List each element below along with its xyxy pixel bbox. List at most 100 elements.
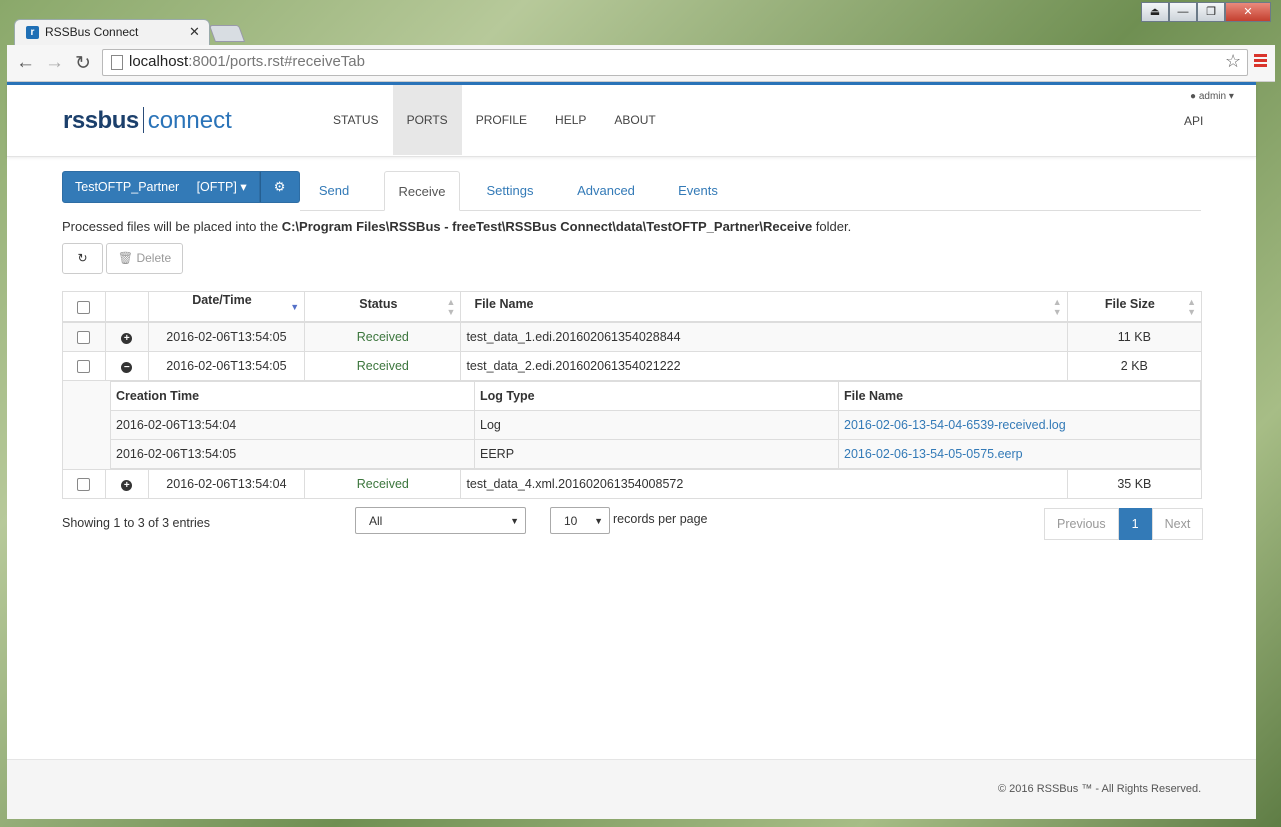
browser-toolbar: ← → ↻ localhost:8001/ports.rst#receiveTa… (7, 45, 1275, 82)
tab-events[interactable]: Events (674, 171, 722, 209)
log-details-table: Creation Time Log Type File Name 2016-02… (110, 381, 1201, 469)
bookmark-star-icon[interactable]: ☆ (1225, 51, 1241, 72)
detail-type: Log (474, 410, 839, 440)
row-filename: test_data_2.edi.201602061354021222 (460, 351, 1068, 381)
sort-filesize-header[interactable]: File Size ▲ ▼ (1066, 291, 1203, 323)
page-1-button[interactable]: 1 (1118, 508, 1152, 540)
sort-desc-icon: ▼ (290, 301, 300, 312)
row-filesize: 2 KB (1066, 351, 1203, 381)
detail-header-file: File Name (838, 381, 1201, 411)
caret-down-icon: ▾ (1228, 91, 1234, 102)
caret-down-icon: ▾ (240, 180, 247, 194)
nav-about[interactable]: ABOUT (600, 85, 669, 155)
delete-button[interactable]: 🗑 Delete (106, 243, 183, 274)
table-row: + 2016-02-06T13:54:05 Received test_data… (62, 321, 1203, 352)
dropdown-arrow-icon: ▼ (510, 516, 519, 526)
forward-arrow-icon[interactable]: → (45, 52, 64, 74)
main-nav: STATUS PORTS PROFILE HELP ABOUT (319, 85, 670, 155)
tab-advanced[interactable]: Advanced (572, 171, 640, 209)
dropdown-arrow-icon: ▼ (594, 516, 603, 526)
nav-ports[interactable]: PORTS (392, 85, 462, 155)
detail-header-type: Log Type (474, 381, 839, 411)
sort-icon: ▲ ▼ (1052, 296, 1062, 317)
table-header-row: Date/Time ▼ Status ▲ ▼ File Name ▲ ▼ File Siz… (62, 291, 1203, 323)
url-text: localhost:8001/ports.rst#receiveTab (129, 53, 365, 70)
expand-header (104, 291, 149, 323)
refresh-button[interactable]: ↻ (62, 243, 103, 274)
port-dropdown-button[interactable]: TestOFTP_Partner [OFTP] ▾ (62, 171, 260, 203)
footer: © 2016 RSSBus ™ - All Rights Reserved. (7, 759, 1256, 819)
detail-type: EERP (474, 439, 839, 469)
detail-time: 2016-02-06T13:54:05 (110, 439, 475, 469)
sort-status-header[interactable]: Status ▲ ▼ (304, 291, 462, 323)
maximize-button[interactable]: ❐ (1197, 2, 1225, 22)
eerp-file-link[interactable]: 2016-02-06-13-54-05-0575.eerp (844, 447, 1023, 461)
window-controls: ⏏ — ❐ ✕ (1141, 2, 1271, 22)
refresh-icon: ↻ (77, 251, 88, 265)
row-datetime: 2016-02-06T13:54:04 (147, 469, 306, 499)
expand-plus-icon[interactable]: + (121, 480, 133, 491)
filter-value: All (369, 514, 383, 528)
sort-filename-header[interactable]: File Name ▲ ▼ (460, 291, 1068, 323)
table-row: + 2016-02-06T13:54:04 Received test_data… (62, 469, 1203, 499)
copyright: © 2016 RSSBus ™ - All Rights Reserved. (998, 783, 1202, 795)
expand-plus-icon[interactable]: + (121, 333, 133, 344)
minimize-button[interactable]: — (1169, 2, 1197, 22)
brand-logo[interactable]: rssbus connect (63, 107, 232, 135)
browser-menu-icon[interactable] (1254, 54, 1267, 69)
select-all-cell (62, 291, 106, 323)
sort-icon: ▲ ▼ (1187, 296, 1196, 317)
sort-datetime-header[interactable]: Date/Time ▼ (147, 291, 306, 323)
gear-icon[interactable]: ⚙ (259, 171, 300, 203)
entries-info: Showing 1 to 3 of 3 entries (62, 516, 211, 530)
api-link[interactable]: API (1184, 114, 1203, 128)
row-status: Received (304, 321, 462, 352)
row-checkbox[interactable] (77, 360, 91, 374)
browser-tab[interactable]: r RSSBus Connect ✕ (14, 19, 210, 46)
row-checkbox[interactable] (77, 331, 91, 345)
nav-profile[interactable]: PROFILE (462, 85, 541, 155)
back-arrow-icon[interactable]: ← (16, 52, 35, 74)
detail-row: Creation Time Log Type File Name 2016-02… (62, 380, 1202, 470)
info-suffix: folder. (812, 219, 852, 234)
delete-label: Delete (136, 251, 172, 265)
row-filename: test_data_1.edi.201602061354028844 (460, 321, 1068, 352)
row-status: Received (304, 351, 462, 381)
tab-close-icon[interactable]: ✕ (189, 24, 200, 40)
rssbus-favicon-icon: r (26, 26, 39, 39)
user-name: admin (1198, 91, 1227, 102)
previous-page-button[interactable]: Previous (1044, 508, 1119, 540)
window-extra-button[interactable]: ⏏ (1141, 2, 1169, 22)
pagination: Previous 1 Next (1044, 508, 1204, 540)
nav-help[interactable]: HELP (541, 85, 600, 155)
select-all-checkbox[interactable] (77, 300, 91, 314)
table-row: − 2016-02-06T13:54:05 Received test_data… (62, 351, 1203, 381)
status-filter-select[interactable]: All ▼ (355, 507, 526, 534)
collapse-minus-icon[interactable]: − (121, 362, 133, 373)
user-menu[interactable]: ● admin ▾ (1190, 91, 1234, 102)
window-close-button[interactable]: ✕ (1225, 2, 1271, 22)
nav-status[interactable]: STATUS (319, 85, 393, 155)
tab-settings[interactable]: Settings (484, 171, 536, 209)
tab-send[interactable]: Send (314, 171, 354, 209)
detail-row-item: 2016-02-06T13:54:05 EERP 2016-02-06-13-5… (110, 439, 1201, 469)
port-selector: TestOFTP_Partner [OFTP] ▾ ⚙ (62, 171, 300, 203)
address-bar[interactable]: localhost:8001/ports.rst#receiveTab ☆ (102, 49, 1248, 76)
log-file-link[interactable]: 2016-02-06-13-54-04-6539-received.log (844, 418, 1066, 432)
app-header: rssbus connect STATUS PORTS PROFILE HELP … (7, 82, 1256, 157)
page-size-select[interactable]: 10 ▼ (550, 507, 610, 534)
receive-folder-info: Processed files will be placed into the … (62, 219, 851, 234)
receive-folder-path: C:\Program Files\RSSBus - freeTest\RSSBu… (281, 219, 813, 234)
tab-receive[interactable]: Receive (384, 171, 460, 211)
row-datetime: 2016-02-06T13:54:05 (147, 321, 306, 352)
port-tabs: Send Receive Settings Advanced Events (300, 171, 1201, 211)
new-tab-button[interactable] (208, 25, 246, 42)
reload-icon[interactable]: ↻ (75, 52, 91, 75)
row-datetime: 2016-02-06T13:54:05 (147, 351, 306, 381)
row-filesize: 11 KB (1066, 321, 1203, 352)
page: rssbus connect STATUS PORTS PROFILE HELP … (7, 82, 1256, 819)
row-checkbox[interactable] (77, 478, 91, 492)
row-filename: test_data_4.xml.201602061354008572 (460, 469, 1068, 499)
tab-title: RSSBus Connect (45, 25, 139, 39)
next-page-button[interactable]: Next (1151, 508, 1204, 540)
